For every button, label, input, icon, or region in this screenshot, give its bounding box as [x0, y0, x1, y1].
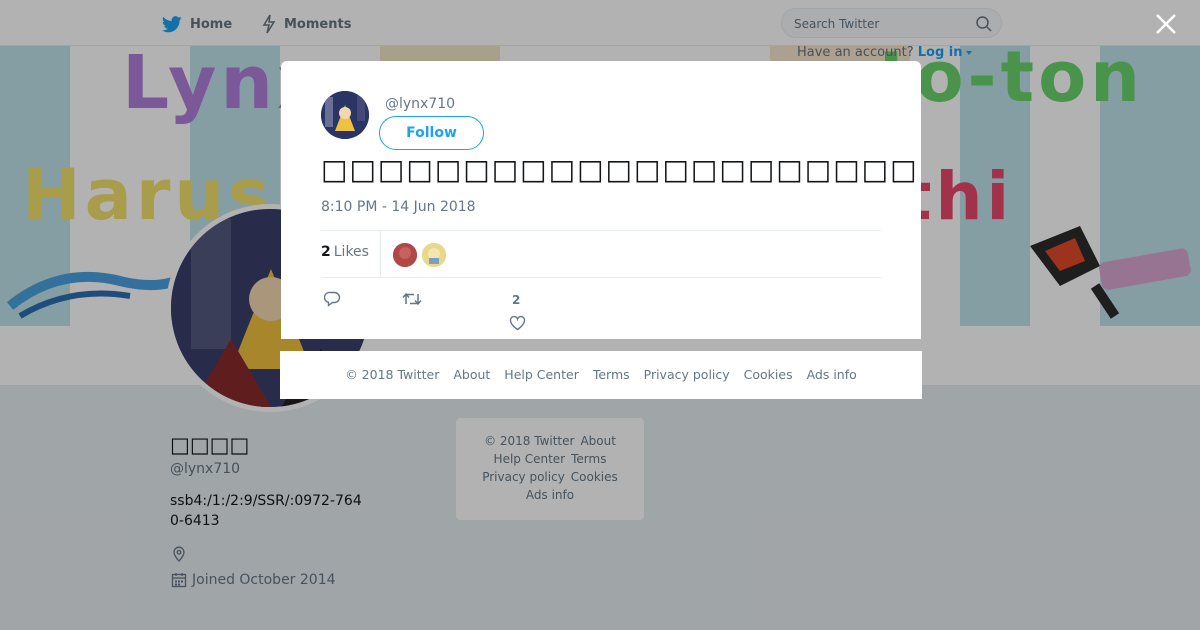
stats-divider — [380, 231, 381, 278]
modal-footer: © 2018 Twitter About Help Center Terms P… — [280, 351, 922, 399]
avatar-image — [393, 243, 417, 267]
likes-label: Likes — [333, 244, 369, 260]
likes-count: 2 — [321, 244, 331, 260]
footer-terms-link[interactable]: Terms — [593, 367, 630, 382]
liker-avatar[interactable] — [393, 243, 417, 267]
tweet-avatar[interactable] — [321, 91, 369, 139]
tweet-actions: 2 — [321, 287, 881, 331]
footer-help-link[interactable]: Help Center — [504, 367, 579, 382]
follow-button[interactable]: Follow — [379, 116, 484, 150]
footer-about-link[interactable]: About — [453, 367, 490, 382]
close-icon[interactable] — [1154, 12, 1178, 36]
tweet-stats: 2 Likes — [321, 230, 881, 278]
tweet-text: □□□□□□□□□□□□□□□□□□□□□□□□□ — [321, 153, 921, 186]
reply-icon[interactable] — [324, 291, 341, 307]
retweet-icon[interactable] — [402, 291, 422, 307]
tweet-timestamp[interactable]: 8:10 PM - 14 Jun 2018 — [321, 199, 476, 215]
avatar-image — [321, 91, 369, 139]
tweet-author-handle[interactable]: @lynx710 — [385, 96, 455, 112]
footer-copyright: © 2018 Twitter — [345, 367, 440, 382]
footer-ads-link[interactable]: Ads info — [807, 367, 857, 382]
avatar-image — [422, 243, 446, 267]
tweet-modal: @lynx710 Follow □□□□□□□□□□□□□□□□□□□□□□□□… — [281, 61, 921, 339]
liker-avatar[interactable] — [422, 243, 446, 267]
footer-cookies-link[interactable]: Cookies — [744, 367, 793, 382]
footer-privacy-link[interactable]: Privacy policy — [644, 367, 730, 382]
heart-icon[interactable] — [509, 315, 526, 331]
like-action-count: 2 — [512, 293, 521, 307]
likes-stat[interactable]: 2 Likes — [321, 244, 369, 260]
